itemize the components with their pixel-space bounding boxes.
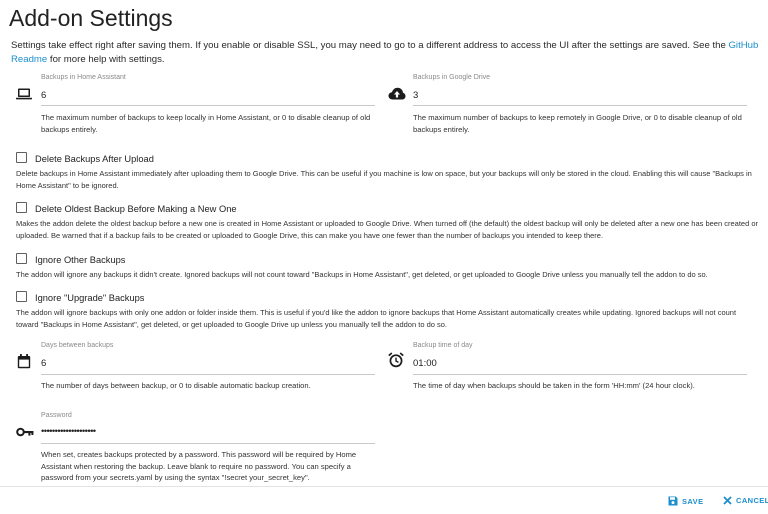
ignore-other-checkbox[interactable] <box>16 253 27 264</box>
ignore-other-description: The addon will ignore any backups it did… <box>16 270 708 279</box>
ignore-other-label[interactable]: Ignore Other Backups <box>35 255 125 265</box>
backups-ha-input[interactable]: 6 <box>41 90 371 101</box>
backups-ha-help: The maximum number of backups to keep lo… <box>41 113 371 134</box>
save-label: SAVE <box>682 496 704 506</box>
alarm-clock-icon <box>388 352 404 368</box>
delete-after-upload-description: Delete backups in Home Assistant immedia… <box>16 169 752 190</box>
backups-ha-underline <box>41 105 375 106</box>
intro-text-after: for more help with settings. <box>47 54 165 65</box>
cancel-label: CANCEL <box>736 496 768 505</box>
backups-ha-label: Backups in Home Assistant <box>41 74 126 81</box>
backup-time-help: The time of day when backups should be t… <box>413 381 695 390</box>
intro-text: Settings take effect right after saving … <box>11 39 763 67</box>
footer-divider <box>0 486 768 487</box>
key-icon <box>16 427 34 437</box>
delete-oldest-checkbox[interactable] <box>16 202 27 213</box>
backups-gd-underline <box>413 105 747 106</box>
days-between-input[interactable]: 6 <box>41 358 371 369</box>
save-button[interactable]: SAVE <box>668 496 703 506</box>
laptop-icon <box>16 88 32 100</box>
password-input[interactable]: •••••••••••••••••••• <box>41 426 371 437</box>
backup-time-input[interactable]: 01:00 <box>413 358 743 369</box>
backups-gd-label: Backups in Google Drive <box>413 74 491 81</box>
delete-after-upload-checkbox[interactable] <box>16 152 27 163</box>
backups-gd-help: The maximum number of backups to keep re… <box>413 113 742 134</box>
ignore-upgrade-description: The addon will ignore backups with only … <box>16 308 737 329</box>
ignore-upgrade-label[interactable]: Ignore "Upgrade" Backups <box>35 293 144 303</box>
days-between-label: Days between backups <box>41 342 114 349</box>
delete-oldest-description: Makes the addon delete the oldest backup… <box>16 219 758 240</box>
cancel-button[interactable]: CANCEL <box>723 496 768 505</box>
password-help: When set, creates backups protected by a… <box>41 450 357 482</box>
backups-gd-input[interactable]: 3 <box>413 90 743 101</box>
password-underline <box>41 443 375 444</box>
delete-oldest-label[interactable]: Delete Oldest Backup Before Making a New… <box>35 204 237 214</box>
floppy-disk-icon <box>668 496 678 506</box>
close-icon <box>723 496 732 505</box>
backup-time-label: Backup time of day <box>413 342 473 349</box>
intro-text-before: Settings take effect right after saving … <box>11 40 729 51</box>
cloud-upload-icon <box>388 87 406 100</box>
backup-time-underline <box>413 374 747 375</box>
page-title: Add-on Settings <box>9 5 173 31</box>
delete-after-upload-label[interactable]: Delete Backups After Upload <box>35 154 154 164</box>
password-label: Password <box>41 412 72 419</box>
days-between-underline <box>41 374 375 375</box>
ignore-upgrade-checkbox[interactable] <box>16 291 27 302</box>
calendar-icon <box>17 354 31 369</box>
days-between-help: The number of days between backup, or 0 … <box>41 381 311 390</box>
